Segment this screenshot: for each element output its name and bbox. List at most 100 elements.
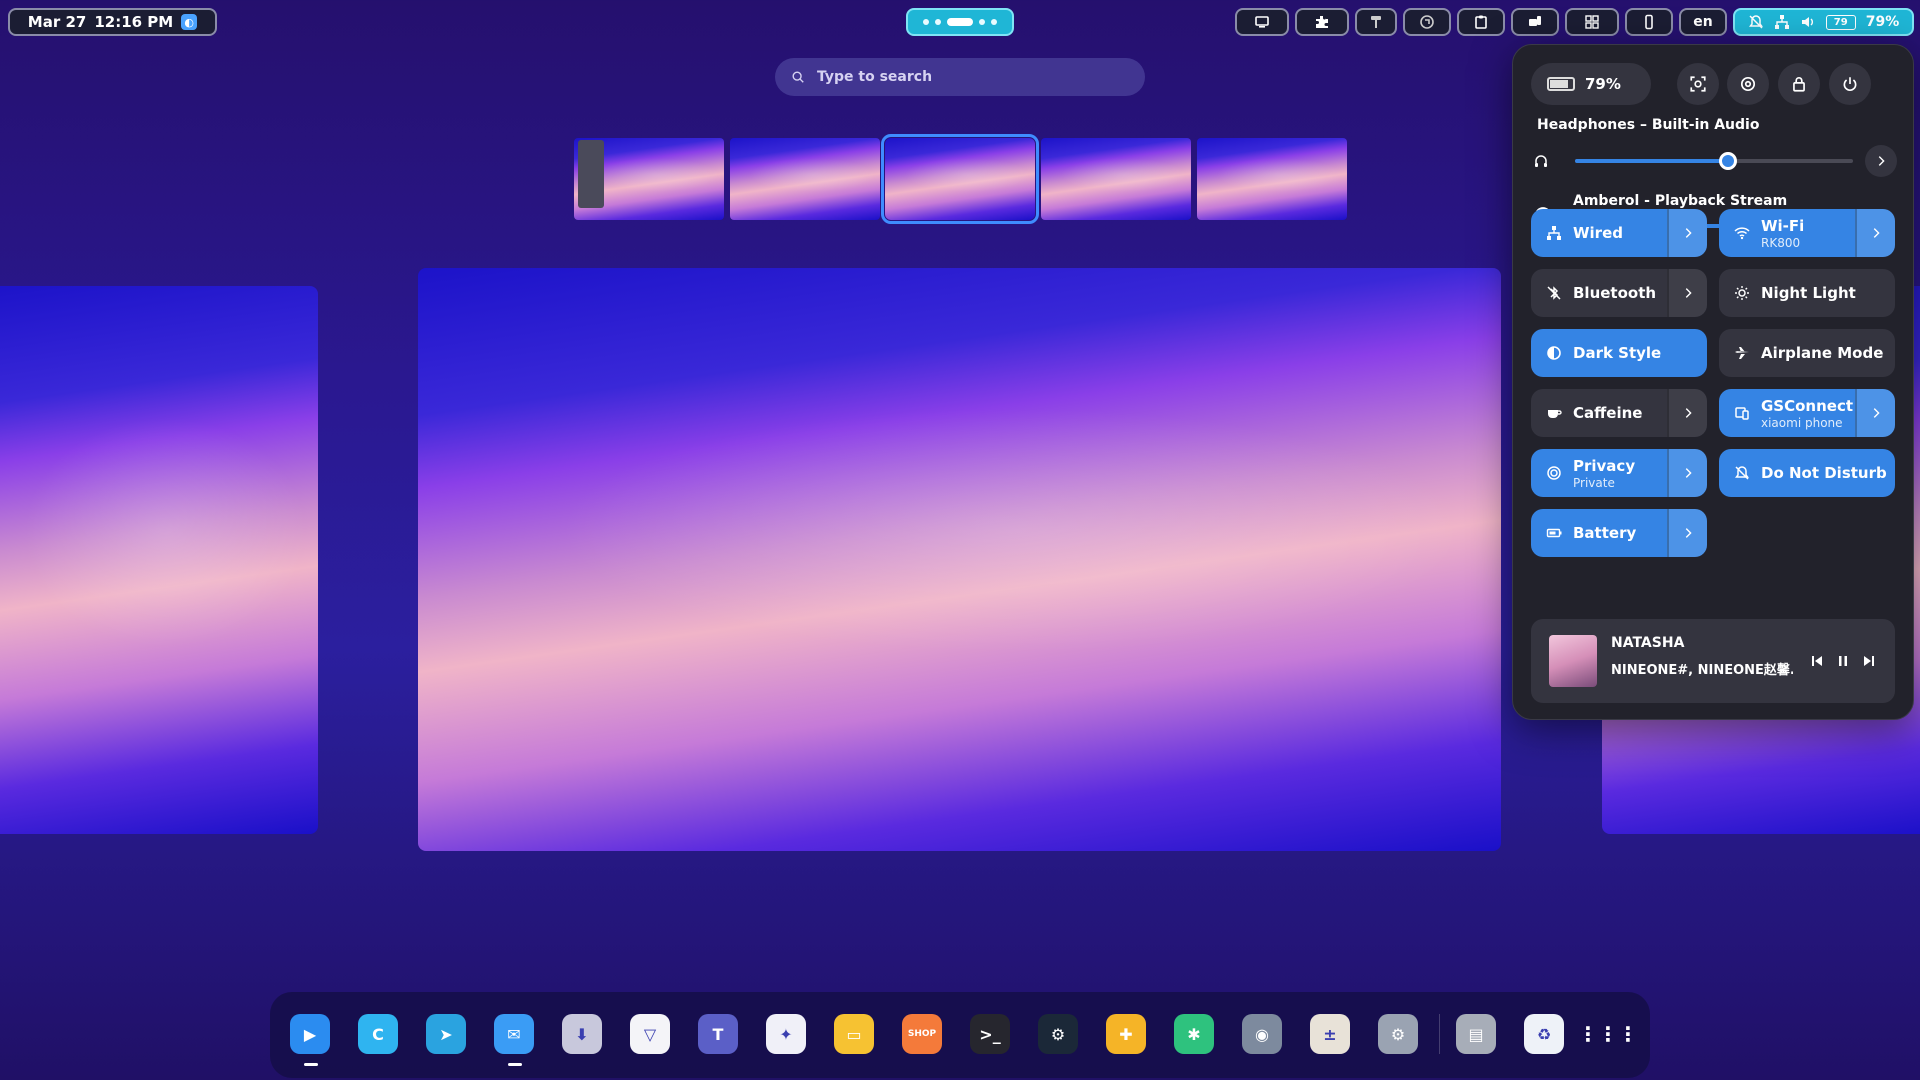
tile-label: Dark Style	[1573, 344, 1662, 362]
phone-icon[interactable]	[1625, 8, 1673, 36]
workspace-thumbnail-5[interactable]	[1197, 138, 1347, 220]
battery-menu-button[interactable]	[1667, 509, 1707, 557]
dock-app-messenger[interactable]: ✦	[766, 1014, 806, 1054]
dock-app-files[interactable]: ▭	[834, 1014, 874, 1054]
search-input[interactable]: Type to search	[775, 58, 1145, 96]
tile-label: Night Light	[1761, 284, 1856, 302]
tile-sublabel: Private	[1573, 475, 1615, 490]
tile-label: Do Not Disturb	[1761, 464, 1887, 482]
system-status-button[interactable]: 79 79%	[1733, 8, 1914, 36]
previous-track-button[interactable]	[1809, 653, 1825, 669]
tile-dark-style[interactable]: Dark Style	[1531, 329, 1707, 377]
stream-label: Amberol - Playback Stream	[1573, 193, 1788, 209]
dock-app-settings[interactable]: ⚙	[1378, 1014, 1418, 1054]
pause-button[interactable]	[1835, 653, 1851, 669]
screen-icon[interactable]	[1235, 8, 1289, 36]
screenshot-button[interactable]	[1677, 63, 1719, 105]
connect-devices-icon[interactable]	[1511, 8, 1559, 36]
downloader-icon: ⬇	[575, 1024, 589, 1044]
toggle-app-icon: ◉	[1255, 1024, 1269, 1044]
dock	[270, 992, 1650, 1078]
workspace-preview-left[interactable]	[0, 286, 318, 834]
chevron-right-icon	[1685, 528, 1692, 538]
date-time-button[interactable]: Mar 27 12:16 PM ◐	[8, 8, 217, 36]
dock-app-shop[interactable]: SHOP	[902, 1014, 942, 1054]
track-artist: NINEONE#, NINEONE赵馨...	[1611, 663, 1793, 678]
bluetooth-icon	[1545, 284, 1563, 302]
workspace-indicator[interactable]	[906, 8, 1014, 36]
wi-fi-menu-button[interactable]	[1855, 209, 1895, 257]
tile-night-light[interactable]: Night Light	[1719, 269, 1895, 317]
next-track-button[interactable]	[1861, 653, 1877, 669]
dock-app-mail[interactable]: ✉	[494, 1014, 534, 1054]
wired-network-icon	[1774, 15, 1789, 29]
dock-app-app-grid[interactable]: ⋮⋮⋮	[1578, 1014, 1638, 1054]
tile-caffeine[interactable]: Caffeine	[1531, 389, 1707, 437]
dock-app-browser-c[interactable]: C	[358, 1014, 398, 1054]
settings-button[interactable]	[1727, 63, 1769, 105]
dock-app-extensions[interactable]: ✱	[1174, 1014, 1214, 1054]
tile-label: Privacy	[1573, 456, 1636, 475]
dock-app-recycle-bin[interactable]: ♻	[1524, 1014, 1564, 1054]
chevron-right-icon	[1685, 288, 1692, 298]
do-not-disturb-icon	[1733, 464, 1751, 482]
extensions-icon[interactable]	[1295, 8, 1349, 36]
workspace-preview-current[interactable]	[418, 268, 1501, 851]
dock-app-telegram[interactable]: ➤	[426, 1014, 466, 1054]
output-volume-slider[interactable]	[1575, 152, 1853, 170]
gsconnect-menu-button[interactable]	[1855, 389, 1895, 437]
output-device-menu-button[interactable]	[1865, 145, 1897, 177]
battery-status[interactable]: 79%	[1531, 63, 1651, 105]
battery-icon	[1545, 524, 1563, 542]
dock-app-terminal[interactable]: >_	[970, 1014, 1010, 1054]
dock-app-teams[interactable]: T	[698, 1014, 738, 1054]
messenger-icon: ✦	[779, 1024, 793, 1044]
media-player[interactable]: NATASHA NINEONE#, NINEONE赵馨...	[1531, 619, 1895, 703]
privacy-menu-button[interactable]	[1667, 449, 1707, 497]
pause-icon	[1839, 656, 1847, 666]
paint-icon[interactable]	[1355, 8, 1397, 36]
tile-bluetooth[interactable]: Bluetooth	[1531, 269, 1707, 317]
dock-app-video-player[interactable]: ▶	[290, 1014, 330, 1054]
lock-icon	[1793, 77, 1805, 92]
chevron-right-icon	[1873, 408, 1880, 418]
tile-do-not-disturb[interactable]: Do Not Disturb	[1719, 449, 1895, 497]
quick-settings-menu: 79% Headphones – Built-in Audio Amberol …	[1512, 44, 1914, 720]
lock-button[interactable]	[1778, 63, 1820, 105]
tile-label: Airplane Mode	[1761, 344, 1884, 362]
airplane-mode-icon	[1733, 344, 1751, 362]
dock-app-proton-vpn[interactable]: ▽	[630, 1014, 670, 1054]
tile-wi-fi[interactable]: Wi-Fi RK800	[1719, 209, 1895, 257]
workspace-thumbnail-4[interactable]	[1041, 138, 1191, 220]
sync-icon[interactable]	[1403, 8, 1451, 36]
wired-menu-button[interactable]	[1667, 209, 1707, 257]
tile-wired[interactable]: Wired	[1531, 209, 1707, 257]
dock-app-disk-utility[interactable]: ▤	[1456, 1014, 1496, 1054]
dock-app-steam[interactable]: ⚙	[1038, 1014, 1078, 1054]
wired-icon	[1545, 224, 1563, 242]
tile-battery[interactable]: Battery	[1531, 509, 1707, 557]
dock-app-downloader[interactable]: ⬇	[562, 1014, 602, 1054]
caffeine-menu-button[interactable]	[1667, 389, 1707, 437]
tile-label: Wi-Fi	[1761, 216, 1805, 235]
workspace-thumbnail-3[interactable]	[881, 134, 1039, 224]
skip-back-icon	[1812, 656, 1822, 666]
proton-vpn-icon: ▽	[643, 1024, 657, 1044]
tile-airplane-mode[interactable]: Airplane Mode	[1719, 329, 1895, 377]
terminal-icon: >_	[979, 1024, 1001, 1044]
bluetooth-menu-button[interactable]	[1667, 269, 1707, 317]
steam-icon: ⚙	[1050, 1024, 1066, 1044]
tile-gsconnect[interactable]: GSConnect xiaomi phone	[1719, 389, 1895, 437]
telegram-icon: ➤	[439, 1024, 453, 1044]
keyboard-language-button[interactable]: en	[1679, 8, 1727, 36]
dock-app-calculator[interactable]: ±	[1310, 1014, 1350, 1054]
workspace-thumbnail-1[interactable]	[574, 138, 724, 220]
tile-privacy[interactable]: Privacy Private	[1531, 449, 1707, 497]
dock-app-toggle-app[interactable]: ◉	[1242, 1014, 1282, 1054]
workspace-thumbnail-2[interactable]	[730, 138, 880, 220]
dock-app-game-controller[interactable]: ✚	[1106, 1014, 1146, 1054]
power-button[interactable]	[1829, 63, 1871, 105]
chevron-right-icon	[1878, 156, 1885, 166]
clipboard-icon[interactable]	[1457, 8, 1505, 36]
app-grid-tray-icon[interactable]	[1565, 8, 1619, 36]
